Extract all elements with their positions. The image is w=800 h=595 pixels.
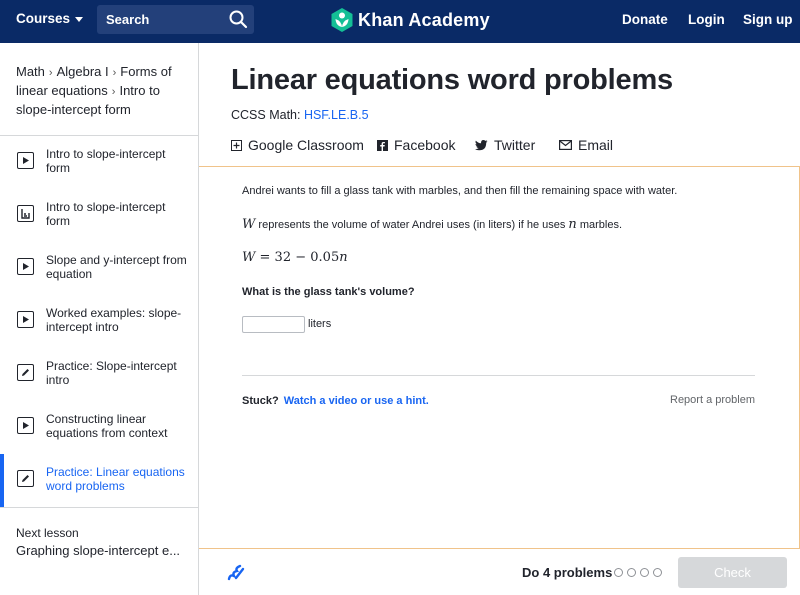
courses-label: Courses [16,11,71,26]
progress-dot [627,568,636,577]
breadcrumb-math[interactable]: Math [16,64,45,79]
play-icon [17,152,34,169]
active-indicator [0,454,4,507]
problem-count-label: Do 4 problems [522,565,613,580]
twitter-icon [475,139,488,150]
pencil-icon [17,364,34,381]
sidebar-item-video-constructing[interactable]: Constructing linear equations from conte… [0,401,198,454]
next-lesson-link[interactable]: Graphing slope-intercept e... [16,543,180,558]
hint-link[interactable]: Watch a video or use a hint. [284,395,429,407]
equation: W = 32 − 0.05n [242,250,348,265]
chevron-right-icon: › [111,86,116,98]
top-nav-bar: Courses Search Khan Academy Donate Login… [0,0,800,43]
play-icon [17,258,34,275]
google-classroom-icon [231,139,242,151]
facebook-icon [377,139,388,151]
scratchpad-icon[interactable] [226,562,246,587]
report-problem-link[interactable]: Report a problem [670,394,755,406]
exercise-footer: Do 4 problems Check [199,549,800,595]
ccss-code-link[interactable]: HSF.LE.B.5 [304,108,369,122]
sidebar-item-label: Worked examples: slope-intercept intro [46,306,182,334]
sidebar-item-label: Constructing linear equations from conte… [46,412,168,440]
equation-lhs: W [242,250,256,265]
sidebar-item-label: Slope and y-intercept from equation [46,253,187,281]
progress-dots [614,568,666,577]
play-icon [17,417,34,434]
ccss-prefix: CCSS Math: [231,108,304,122]
chevron-down-icon [75,16,84,22]
breadcrumb-algebra[interactable]: Algebra I [57,64,109,79]
divider [0,507,198,508]
equation-const: 32 [274,250,292,265]
sidebar-item-video-worked-examples[interactable]: Worked examples: slope-intercept intro [0,295,198,348]
lesson-item-list: Intro to slope-intercept form Intro to s… [0,135,198,507]
chevron-right-icon: › [112,67,117,79]
share-facebook-button[interactable]: Facebook [377,137,455,153]
equation-coef: 0.05 [310,250,340,265]
math-var-w: W [242,217,256,232]
sidebar-item-label: Practice: Slope-intercept intro [46,359,177,387]
share-google-label: Google Classroom [248,137,364,153]
breadcrumb: Math › Algebra I › Forms of linear equations… [16,63,188,119]
stuck-prompt: Stuck? Watch a video or use a hint. [242,395,429,407]
answer-input[interactable] [242,316,305,333]
check-button[interactable]: Check [678,557,787,588]
answer-unit: liters [308,318,332,330]
question-text: What is the glass tank's volume? [242,286,415,298]
khan-academy-logo[interactable]: Khan Academy [331,8,490,32]
share-twitter-label: Twitter [494,137,536,153]
search-input[interactable]: Search [97,5,254,34]
stuck-label: Stuck? [242,395,279,407]
pencil-icon [17,470,34,487]
ccss-standard: CCSS Math: HSF.LE.B.5 [231,108,369,122]
leaf-logo-icon [331,8,353,32]
signup-link[interactable]: Sign up [743,12,793,27]
share-email-label: Email [578,137,614,153]
share-twitter-button[interactable]: Twitter [475,137,535,153]
exercise-panel: Andrei wants to fill a glass tank with m… [199,166,800,549]
problem-definition-end: marbles. [576,219,623,231]
share-google-classroom-button[interactable]: Google Classroom [231,137,364,153]
lesson-sidebar: Math › Algebra I › Forms of linear equations… [0,43,199,595]
progress-dot [640,568,649,577]
sidebar-item-label: Intro to slope-intercept form [46,200,166,228]
divider [242,375,755,376]
progress-dot [614,568,623,577]
math-var-n: n [568,217,577,232]
progress-dot [653,568,662,577]
equation-var: n [339,250,348,265]
login-link[interactable]: Login [688,12,725,27]
problem-definition: W represents the volume of water Andrei … [242,217,622,232]
email-icon [559,140,572,150]
play-icon [17,311,34,328]
page-title: Linear equations word problems [231,64,673,96]
logo-text: Khan Academy [358,9,490,30]
share-email-button[interactable]: Email [559,137,613,153]
next-lesson-label: Next lesson [16,526,79,540]
article-icon [17,205,34,222]
problem-intro: Andrei wants to fill a glass tank with m… [242,185,678,197]
chevron-right-icon: › [48,67,53,79]
sidebar-item-label: Practice: Linear equations word problems [46,465,185,493]
sidebar-item-article-intro[interactable]: Intro to slope-intercept form [0,189,198,242]
problem-definition-mid: represents the volume of water Andrei us… [255,219,569,231]
donate-link[interactable]: Donate [622,12,668,27]
share-facebook-label: Facebook [394,137,456,153]
sidebar-item-video-slope-from-equation[interactable]: Slope and y-intercept from equation [0,242,198,295]
sidebar-item-video-intro[interactable]: Intro to slope-intercept form [0,136,198,189]
search-icon[interactable] [228,9,248,34]
sidebar-item-practice-intro[interactable]: Practice: Slope-intercept intro [0,348,198,401]
search-placeholder: Search [106,12,150,27]
sidebar-item-practice-word-problems[interactable]: Practice: Linear equations word problems [0,454,198,507]
sidebar-item-label: Intro to slope-intercept form [46,147,166,175]
courses-menu-button[interactable]: Courses [16,11,84,26]
